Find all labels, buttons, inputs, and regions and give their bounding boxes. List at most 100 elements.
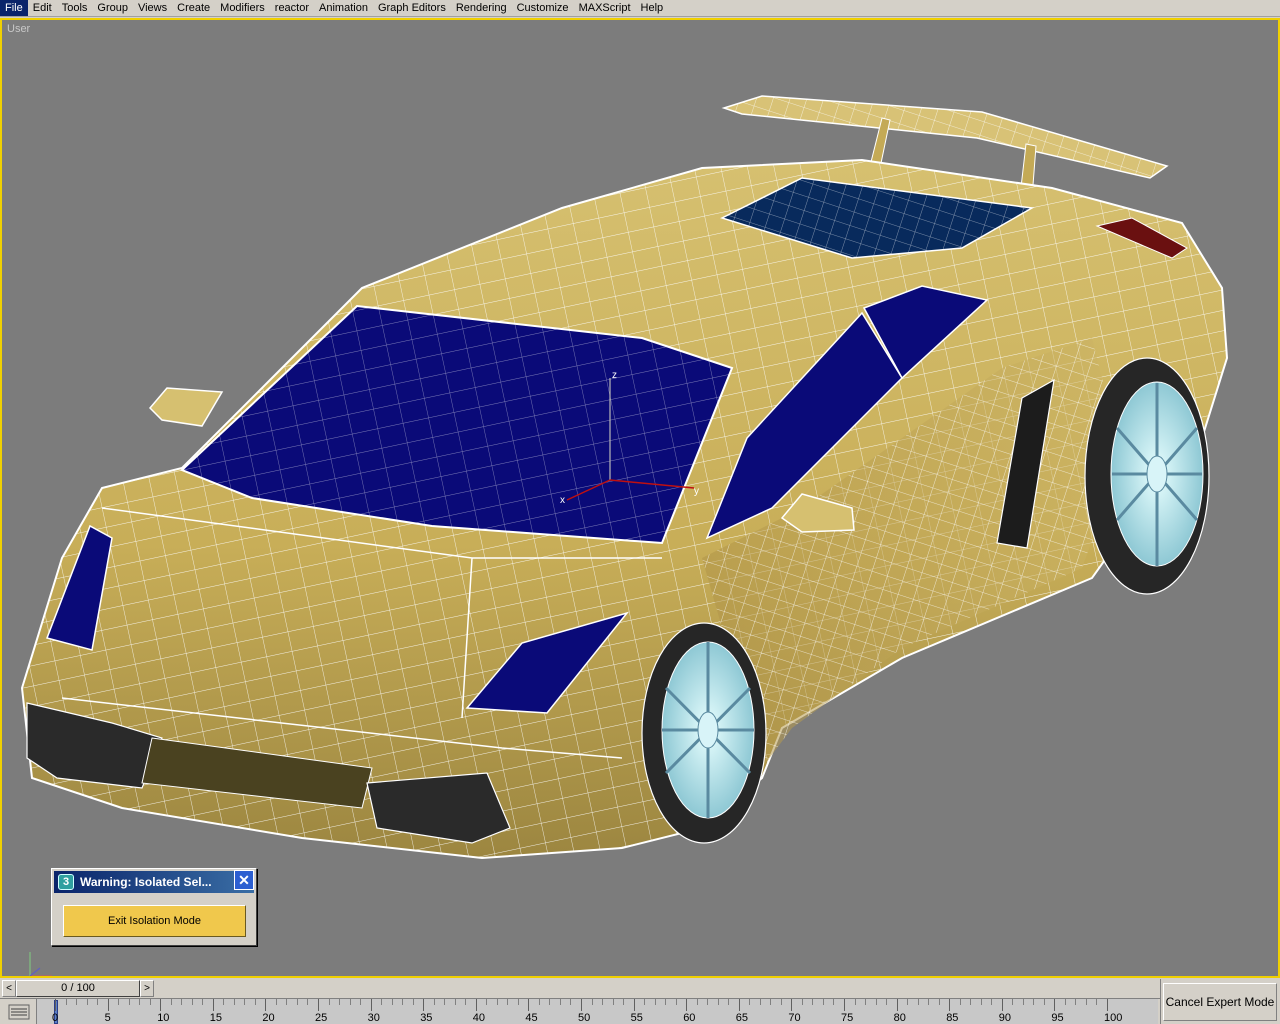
exit-isolation-mode-button[interactable]: Exit Isolation Mode (63, 905, 246, 937)
track-tick-label: 35 (420, 1012, 433, 1024)
max-app-icon: 3 (58, 874, 74, 890)
track-minor-tick (812, 999, 814, 1005)
track-minor-tick (717, 999, 719, 1005)
mini-curve-editor-icon[interactable] (8, 1003, 30, 1021)
menu-tools[interactable]: Tools (57, 0, 93, 16)
track-minor-tick (675, 999, 677, 1005)
track-minor-tick (970, 999, 972, 1005)
menu-customize[interactable]: Customize (512, 0, 574, 16)
track-tick-mark (686, 999, 688, 1011)
track-minor-tick (275, 999, 277, 1005)
time-slider-bar: < 0 / 100 > (0, 979, 1160, 998)
track-minor-tick (1096, 999, 1098, 1005)
track-tick-mark (475, 999, 477, 1011)
track-minor-tick (286, 999, 288, 1005)
menu-edit[interactable]: Edit (28, 0, 57, 16)
menu-rendering[interactable]: Rendering (451, 0, 512, 16)
track-tick-mark (370, 999, 372, 1011)
track-minor-tick (928, 999, 930, 1005)
track-bar[interactable]: 0 5 10 15 20 25 30 35 40 45 50 55 60 65 70 75 80 85 90 95 10… (0, 998, 1160, 1024)
front-wheel (641, 622, 767, 844)
track-minor-tick (486, 999, 488, 1005)
track-minor-tick (223, 999, 225, 1005)
world-axis-tripod-icon (29, 952, 52, 976)
menu-group[interactable]: Group (92, 0, 133, 16)
track-tick-label: 80 (893, 1012, 906, 1024)
menu-file[interactable]: File (0, 0, 28, 16)
track-tick-mark (633, 999, 635, 1011)
track-tick-label: 95 (1051, 1012, 1064, 1024)
track-tick-label: 5 (104, 1012, 111, 1024)
track-minor-tick (139, 999, 141, 1005)
menu-reactor[interactable]: reactor (270, 0, 314, 16)
track-tick-mark (581, 999, 582, 1011)
max-application: File Edit Tools Group Views Create Modif… (0, 0, 1280, 1024)
track-tick-label: 90 (998, 1012, 1012, 1024)
track-minor-tick (612, 999, 614, 1005)
menu-views[interactable]: Views (133, 0, 172, 16)
track-tick-label: 45 (525, 1012, 538, 1024)
menu-maxscript[interactable]: MAXScript (574, 0, 636, 16)
dialog-title: Warning: Isolated Sel... (80, 875, 212, 889)
track-minor-tick (591, 999, 593, 1005)
track-minor-tick (444, 999, 446, 1005)
rear-wheel (1084, 357, 1210, 595)
menu-create[interactable]: Create (172, 0, 215, 16)
track-minor-tick (644, 999, 646, 1005)
track-minor-tick (602, 999, 604, 1005)
track-minor-tick (1022, 999, 1024, 1005)
track-minor-tick (65, 999, 67, 1005)
menu-graph-editors[interactable]: Graph Editors (373, 0, 451, 16)
track-tick-mark (844, 999, 845, 1011)
time-slider-thumb[interactable]: 0 / 100 (16, 980, 140, 997)
track-tick-mark (528, 999, 530, 1011)
track-tick-label: 100 (1104, 1012, 1123, 1024)
track-minor-tick (707, 999, 709, 1005)
track-minor-tick (1033, 999, 1035, 1005)
track-tick-mark (1107, 999, 1108, 1011)
track-tick-label: 60 (683, 1012, 696, 1024)
track-tick-label: 85 (946, 1012, 959, 1024)
track-tick-mark (55, 999, 56, 1011)
track-minor-tick (170, 999, 172, 1005)
gizmo-z-label: z (612, 370, 617, 381)
menu-modifiers[interactable]: Modifiers (215, 0, 270, 16)
dialog-title-bar[interactable]: 3 Warning: Isolated Sel... (54, 871, 254, 893)
track-minor-tick (254, 999, 256, 1005)
track-tick-mark (265, 999, 267, 1011)
track-tick-label: 25 (315, 1012, 328, 1024)
track-minor-tick (381, 999, 383, 1005)
track-minor-tick (1085, 999, 1087, 1005)
track-minor-tick (296, 999, 298, 1005)
track-tick-mark (1001, 999, 1003, 1011)
track-minor-tick (780, 999, 782, 1005)
track-minor-tick (696, 999, 698, 1005)
track-minor-tick (349, 999, 351, 1005)
track-minor-tick (875, 999, 877, 1005)
track-tick-mark (791, 999, 793, 1011)
car-wireframe-model[interactable]: z y x (2, 20, 1278, 976)
track-minor-tick (1012, 999, 1014, 1005)
track-minor-tick (801, 999, 803, 1005)
track-minor-tick (759, 999, 761, 1005)
track-minor-tick (728, 999, 730, 1005)
previous-frame-button[interactable]: < (2, 980, 16, 997)
track-minor-tick (886, 999, 888, 1005)
next-frame-button[interactable]: > (140, 980, 154, 997)
track-minor-tick (339, 999, 341, 1005)
menu-animation[interactable]: Animation (314, 0, 373, 16)
track-minor-tick (360, 999, 362, 1005)
track-tick-mark (949, 999, 951, 1011)
status-panel: Cancel Expert Mode (1160, 979, 1280, 1024)
cancel-expert-mode-button[interactable]: Cancel Expert Mode (1163, 983, 1277, 1021)
menu-help[interactable]: Help (636, 0, 669, 16)
close-icon[interactable]: ✕ (234, 870, 254, 890)
track-ruler[interactable]: 0 5 10 15 20 25 30 35 40 45 50 55 60 65 70 75 80 85 90 95 10… (36, 999, 1158, 1024)
perspective-viewport[interactable]: User z y x (0, 18, 1280, 978)
track-minor-tick (559, 999, 561, 1005)
track-minor-tick (1043, 999, 1045, 1005)
track-tick-label: 15 (209, 1012, 223, 1024)
track-minor-tick (454, 999, 456, 1005)
track-minor-tick (402, 999, 404, 1005)
track-minor-tick (76, 999, 78, 1005)
